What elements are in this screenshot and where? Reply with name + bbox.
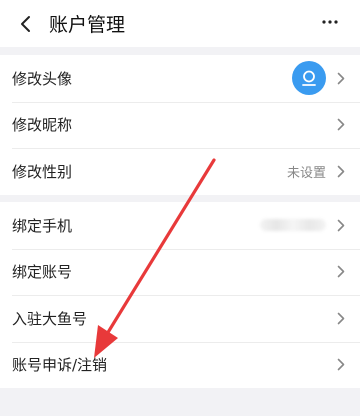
row-change-nickname[interactable]: 修改昵称 xyxy=(0,101,360,149)
nav-bar: 账户管理 xyxy=(0,0,360,47)
row-change-gender[interactable]: 修改性别 未设置 xyxy=(0,148,360,195)
chevron-right-icon xyxy=(336,358,346,372)
row-bind-phone[interactable]: 绑定手机 xyxy=(0,202,360,249)
more-dots-icon xyxy=(322,20,338,24)
back-button[interactable] xyxy=(0,0,50,47)
row-label: 账号申诉/注销 xyxy=(12,356,108,375)
row-account-appeal-cancel[interactable]: 账号申诉/注销 xyxy=(0,341,360,389)
row-join-dayu[interactable]: 入驻大鱼号 xyxy=(0,295,360,342)
chevron-right-icon xyxy=(336,218,346,232)
chevron-right-icon xyxy=(336,164,346,178)
row-bind-account[interactable]: 绑定账号 xyxy=(0,248,360,296)
row-label: 修改昵称 xyxy=(12,116,73,135)
chevron-right-icon xyxy=(336,311,346,325)
row-label: 修改头像 xyxy=(12,69,73,88)
avatar[interactable] xyxy=(292,61,326,96)
chevron-right-icon xyxy=(336,265,346,279)
chevron-right-icon xyxy=(336,118,346,132)
row-label: 绑定手机 xyxy=(12,216,73,235)
chevron-right-icon xyxy=(336,71,346,85)
row-label: 绑定账号 xyxy=(12,263,73,282)
more-button[interactable] xyxy=(318,10,342,34)
row-label: 入驻大鱼号 xyxy=(12,309,88,328)
redacted-phone-value xyxy=(260,219,326,232)
row-label: 修改性别 xyxy=(12,162,73,181)
row-change-avatar[interactable]: 修改头像 xyxy=(0,55,360,102)
user-icon xyxy=(302,70,316,87)
chevron-left-icon xyxy=(21,15,30,32)
gender-value: 未设置 xyxy=(286,165,326,181)
page-title: 账户管理 xyxy=(49,14,126,36)
profile-settings-group: 修改头像 修改昵称 修改性别 未设置 xyxy=(0,55,360,195)
account-binding-group: 绑定手机 绑定账号 入驻大鱼号 账号申诉/注销 xyxy=(0,202,360,388)
